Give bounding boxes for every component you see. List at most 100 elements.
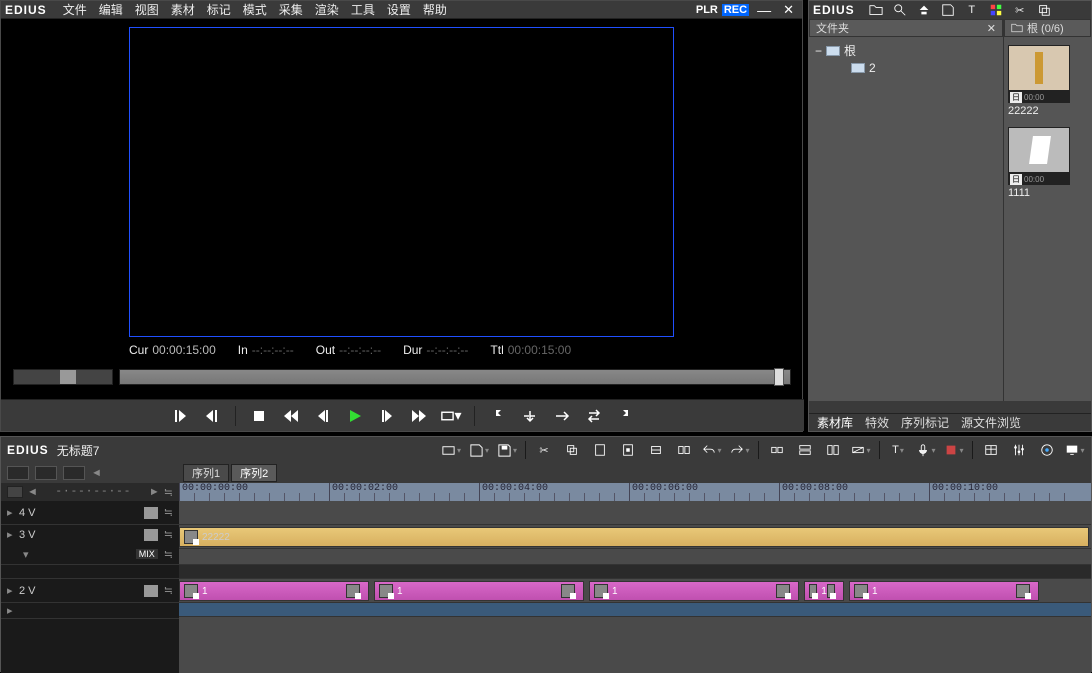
tc-in[interactable]: --:--:--:-- <box>252 343 294 357</box>
link-icon[interactable] <box>823 440 843 460</box>
tab-effects[interactable]: 特效 <box>865 414 889 431</box>
seq-tab-2[interactable]: 序列2 <box>231 464 277 482</box>
menu-file[interactable]: 文件 <box>63 1 87 18</box>
menu-render[interactable]: 渲染 <box>315 1 339 18</box>
ripple-delete-icon[interactable] <box>646 440 666 460</box>
tc-dur[interactable]: --:--:--:-- <box>426 343 468 357</box>
mic-icon[interactable]: ▾ <box>916 440 936 460</box>
split-icon[interactable] <box>767 440 787 460</box>
timeline-clip[interactable]: 22222 <box>179 527 1089 547</box>
overwrite-button[interactable] <box>551 405 573 427</box>
stop-button[interactable] <box>248 405 270 427</box>
set-in-button[interactable] <box>169 405 191 427</box>
replace-button[interactable] <box>583 405 605 427</box>
fast-forward-button[interactable] <box>408 405 430 427</box>
edit-mode-normal[interactable] <box>7 466 29 480</box>
menu-marker[interactable]: 标记 <box>207 1 231 18</box>
title-icon[interactable]: T <box>963 2 981 18</box>
player-mode-rec[interactable]: REC <box>722 4 749 16</box>
video-patch-icon[interactable] <box>144 585 158 597</box>
shuttle-slider[interactable] <box>13 369 113 385</box>
open-icon[interactable]: ▾ <box>469 440 489 460</box>
lane-v3-mix[interactable] <box>179 549 1091 565</box>
redo-icon[interactable]: ▾ <box>730 440 750 460</box>
lane-v4[interactable] <box>179 501 1091 525</box>
tree-root[interactable]: − 根 <box>815 41 997 60</box>
lane-v2-sub[interactable] <box>179 603 1091 617</box>
menu-settings[interactable]: 设置 <box>387 1 411 18</box>
menu-tools[interactable]: 工具 <box>351 1 375 18</box>
lane-v3[interactable]: 22222 <box>179 525 1091 549</box>
tc-cur[interactable]: 00:00:15:00 <box>152 343 215 357</box>
rewind-button[interactable] <box>280 405 302 427</box>
menu-help[interactable]: 帮助 <box>423 1 447 18</box>
mark-in-button[interactable] <box>487 405 509 427</box>
copy-icon[interactable] <box>1035 2 1053 18</box>
folder-tree[interactable]: − 根 2 <box>809 37 1003 80</box>
cut-icon[interactable]: ✂ <box>1011 2 1029 18</box>
cut-icon[interactable]: ✂ <box>534 440 554 460</box>
vectorscope-icon[interactable] <box>1037 440 1057 460</box>
new-seq-icon[interactable]: ▾ <box>441 440 461 460</box>
up-icon[interactable] <box>915 2 933 18</box>
timeline-clip[interactable]: 1 <box>804 581 844 601</box>
close-button[interactable]: ✕ <box>779 2 798 18</box>
clip-thumb[interactable]: 日00:00 22222 <box>1008 45 1070 119</box>
timeline-clip[interactable]: 1 <box>589 581 799 601</box>
minimize-button[interactable]: — <box>753 2 775 18</box>
next-frame-button[interactable] <box>376 405 398 427</box>
menu-capture[interactable]: 采集 <box>279 1 303 18</box>
edit-mode-trim[interactable] <box>35 466 57 480</box>
menu-mode[interactable]: 模式 <box>243 1 267 18</box>
folder-icon[interactable] <box>867 2 885 18</box>
copy-icon[interactable] <box>562 440 582 460</box>
paste-insert-icon[interactable] <box>590 440 610 460</box>
tree-child[interactable]: 2 <box>815 60 997 76</box>
next-edit-icon[interactable]: ► <box>149 486 160 498</box>
tab-library[interactable]: 素材库 <box>817 414 853 431</box>
toggle-panel-icon[interactable] <box>981 440 1001 460</box>
undo-icon[interactable]: ▾ <box>702 440 722 460</box>
tc-out[interactable]: --:--:--:-- <box>339 343 381 357</box>
prev-edit-icon[interactable]: ◄ <box>27 486 38 498</box>
timeline-clip[interactable]: 1 <box>374 581 584 601</box>
track-header-v4[interactable]: ▸4 V≒ <box>1 501 179 525</box>
set-out-button[interactable] <box>201 405 223 427</box>
timeline-clip[interactable]: 1 <box>179 581 369 601</box>
render-icon[interactable]: ▾ <box>944 440 964 460</box>
title-track-icon[interactable]: T▾ <box>888 440 908 460</box>
prev-frame-button[interactable] <box>312 405 334 427</box>
folder-panel-close[interactable]: ✕ <box>987 22 996 35</box>
edit-mode-multicam[interactable] <box>63 466 85 480</box>
seq-tab-1[interactable]: 序列1 <box>183 464 229 482</box>
tab-source-browser[interactable]: 源文件浏览 <box>961 414 1021 431</box>
track-header-v3[interactable]: ▸3 V≒ ▾MIX≒ <box>1 525 179 565</box>
timeline-tc-display[interactable]: -·--·--·-- <box>42 486 145 498</box>
mark-out-button[interactable] <box>615 405 637 427</box>
color-icon[interactable] <box>987 2 1005 18</box>
tc-ttl[interactable]: 00:00:15:00 <box>508 343 571 357</box>
video-patch-icon[interactable] <box>144 507 158 519</box>
track-lanes[interactable]: 22222 11111 <box>179 501 1091 673</box>
insert-button[interactable] <box>519 405 541 427</box>
monitor-icon[interactable]: ▾ <box>1065 440 1085 460</box>
player-mode-plr[interactable]: PLR <box>696 4 718 16</box>
default-trans-icon[interactable]: ▾ <box>851 440 871 460</box>
clip-thumb[interactable]: 日00:00 1111 <box>1008 127 1070 201</box>
loop-button[interactable]: ▾ <box>440 405 462 427</box>
save-icon[interactable]: ▾ <box>497 440 517 460</box>
search-icon[interactable] <box>891 2 909 18</box>
timeline-clip[interactable]: 1 <box>849 581 1039 601</box>
mixer-icon[interactable] <box>1009 440 1029 460</box>
group-icon[interactable] <box>795 440 815 460</box>
lane-v2[interactable]: 11111 <box>179 579 1091 603</box>
import-icon[interactable] <box>939 2 957 18</box>
timeline-ruler[interactable]: 00:00:00:0000:00:02:0000:00:04:0000:00:0… <box>179 483 1091 501</box>
paste-overwrite-icon[interactable] <box>618 440 638 460</box>
delete-icon[interactable] <box>674 440 694 460</box>
position-slider[interactable] <box>119 369 791 385</box>
track-header-v2-sub[interactable]: ▸ <box>1 603 179 619</box>
tab-seq-marker[interactable]: 序列标记 <box>901 414 949 431</box>
track-header-v2[interactable]: ▸2 V≒ <box>1 579 179 603</box>
menu-edit[interactable]: 编辑 <box>99 1 123 18</box>
